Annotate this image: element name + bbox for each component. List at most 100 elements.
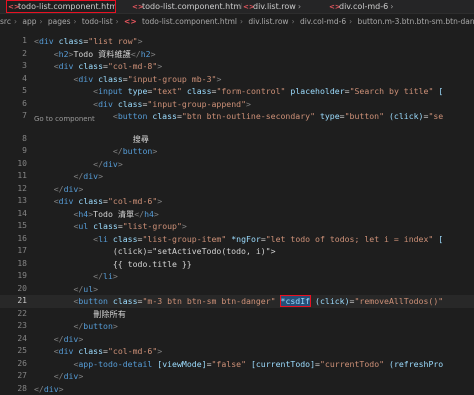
breadcrumb-file[interactable]: <>todo-list.component.html›	[132, 0, 242, 13]
breadcrumb-file-html[interactable]: todo-list.component.html	[142, 17, 237, 26]
breadcrumb-button[interactable]: button.m-3.btn.btn-sm.btn-danger	[357, 17, 474, 26]
line-code: <div class="col-md-8">	[34, 60, 474, 73]
chevron-right-icon: ›	[240, 17, 243, 26]
code-line[interactable]: 8 搜尋	[0, 133, 474, 146]
line-number: 18	[0, 258, 27, 271]
line-code: </div>	[34, 158, 474, 171]
code-line[interactable]: 21 <button class="m-3 btn btn-sm btn-dan…	[0, 295, 474, 308]
line-number: 24	[0, 333, 27, 346]
code-line[interactable]: 11 </div>	[0, 170, 474, 183]
code-line[interactable]: 1 <div class="list row">	[0, 35, 474, 48]
code-line[interactable]: 9 </button>	[0, 145, 474, 158]
code-line[interactable]: 24 </div>	[0, 333, 474, 346]
code-line[interactable]: 18 {{ todo.title }}	[0, 258, 474, 271]
line-code: (click)="setActiveTodo(todo, i)">	[34, 245, 474, 258]
line-code: <div class="input-group mb-3">	[34, 73, 474, 86]
line-number: 22	[0, 308, 27, 321]
element-icon: <>	[243, 1, 251, 13]
code-line[interactable]: 17 (click)="setActiveTodo(todo, i)">	[0, 245, 474, 258]
chevron-right-icon: ›	[349, 17, 352, 26]
code-line[interactable]: 22 刪除所有	[0, 308, 474, 321]
line-code: <h4>Todo 清單</h4>	[34, 208, 474, 221]
code-line[interactable]: 27 </div>	[0, 370, 474, 383]
line-number: 23	[0, 320, 27, 333]
line-code: <h2>Todo 資料維護</h2>	[34, 48, 474, 61]
breadcrumb-file-label: todo-list.component.html	[142, 2, 242, 11]
line-code: </div>	[34, 333, 474, 346]
line-number: 20	[0, 283, 27, 296]
line-number: 16	[0, 233, 27, 246]
line-number: 8	[0, 133, 27, 146]
line-number: 1	[0, 35, 27, 48]
line-number: 12	[0, 183, 27, 196]
code-line[interactable]: 2 <h2>Todo 資料維護</h2>	[0, 48, 474, 61]
code-line[interactable]: 15 <ul class="list-group">	[0, 220, 474, 233]
line-code: </div>	[34, 370, 474, 383]
tab-todo-list-component-html[interactable]: <>todo-list.component.html U	[6, 0, 116, 13]
breadcrumb: src› app› pages› todo-list› <> todo-list…	[0, 15, 474, 29]
line-number: 13	[0, 195, 27, 208]
code-line[interactable]: 4 <div class="input-group mb-3">	[0, 73, 474, 86]
code-line[interactable]: 10 </div>	[0, 158, 474, 171]
line-code: 刪除所有	[34, 308, 474, 321]
line-code: <div class="input-group-append">	[34, 98, 474, 111]
chevron-right-icon: ›	[390, 2, 393, 11]
line-number: 27	[0, 370, 27, 383]
line-code: <div class="col-md-6">	[34, 345, 474, 358]
breadcrumb-src[interactable]: src	[0, 17, 11, 26]
breadcrumb-element-label: div.list.row	[253, 2, 296, 11]
chevron-right-icon: ›	[74, 17, 77, 26]
line-code: <li class="list-group-item" *ngFor="let …	[34, 233, 474, 246]
chevron-right-icon: ›	[14, 17, 17, 26]
highlighted-directive: *csdIf	[281, 296, 311, 306]
breadcrumb-app[interactable]: app	[22, 17, 36, 26]
line-code: <button class="m-3 btn btn-sm btn-danger…	[34, 295, 474, 308]
line-number: 9	[0, 145, 27, 158]
line-number: 25	[0, 345, 27, 358]
line-code: <div class="col-md-6">	[34, 195, 474, 208]
code-line[interactable]: 12 </div>	[0, 183, 474, 196]
line-number: 10	[0, 158, 27, 171]
line-number: 28	[0, 383, 27, 395]
code-line[interactable]: 19 </li>	[0, 270, 474, 283]
code-editor[interactable]: Go to component 1<div class="list row">2…	[0, 30, 474, 364]
code-line[interactable]: 16 <li class="list-group-item" *ngFor="l…	[0, 233, 474, 246]
breadcrumb-pages[interactable]: pages	[48, 17, 71, 26]
line-code: <div class="list row">	[34, 35, 474, 48]
code-line[interactable]: 28</div>	[0, 383, 474, 395]
code-line[interactable]: 23 </button>	[0, 320, 474, 333]
line-code: <ul class="list-group">	[34, 220, 474, 233]
chevron-right-icon: ›	[298, 2, 301, 11]
code-line[interactable]: 5 <input type="text" class="form-control…	[0, 85, 474, 98]
tab-label: todo-list.component.html	[18, 2, 116, 11]
line-number: 6	[0, 98, 27, 111]
code-line[interactable]: 7 <button class="btn btn-outline-seconda…	[0, 110, 474, 123]
breadcrumb-col-md-6[interactable]: div.col-md-6	[300, 17, 346, 26]
chevron-right-icon: ›	[292, 17, 295, 26]
line-code: </div>	[34, 183, 474, 196]
line-number: 14	[0, 208, 27, 221]
angular-file-icon: <>	[124, 17, 137, 26]
line-number: 17	[0, 245, 27, 258]
breadcrumb-list-row[interactable]: div.list.row	[248, 17, 288, 26]
line-code: 搜尋	[34, 133, 474, 146]
breadcrumb-div-list-row[interactable]: <>div.list.row›	[243, 0, 328, 13]
code-line[interactable]: 25 <div class="col-md-6">	[0, 345, 474, 358]
line-code: </button>	[34, 320, 474, 333]
code-line[interactable]: 6 <div class="input-group-append">	[0, 98, 474, 111]
breadcrumb-todo-list[interactable]: todo-list	[82, 17, 113, 26]
line-code: <button class="btn btn-outline-secondary…	[34, 110, 474, 123]
line-number: 2	[0, 48, 27, 61]
code-line[interactable]: 13 <div class="col-md-6">	[0, 195, 474, 208]
breadcrumb-div-col-md-6[interactable]: <>div.col-md-6›	[329, 0, 474, 13]
line-code: {{ todo.title }}	[34, 258, 474, 271]
editor-tab-bar: <>todo-list.component.html U <>todo-list…	[0, 0, 474, 14]
code-line[interactable]: 3 <div class="col-md-8">	[0, 60, 474, 73]
line-code: </li>	[34, 270, 474, 283]
code-line[interactable]: 14 <h4>Todo 清單</h4>	[0, 208, 474, 221]
line-number: 4	[0, 73, 27, 86]
code-line[interactable]: 20 </ul>	[0, 283, 474, 296]
chevron-right-icon: ›	[39, 17, 42, 26]
line-number: 21	[0, 295, 27, 308]
line-number: 19	[0, 270, 27, 283]
